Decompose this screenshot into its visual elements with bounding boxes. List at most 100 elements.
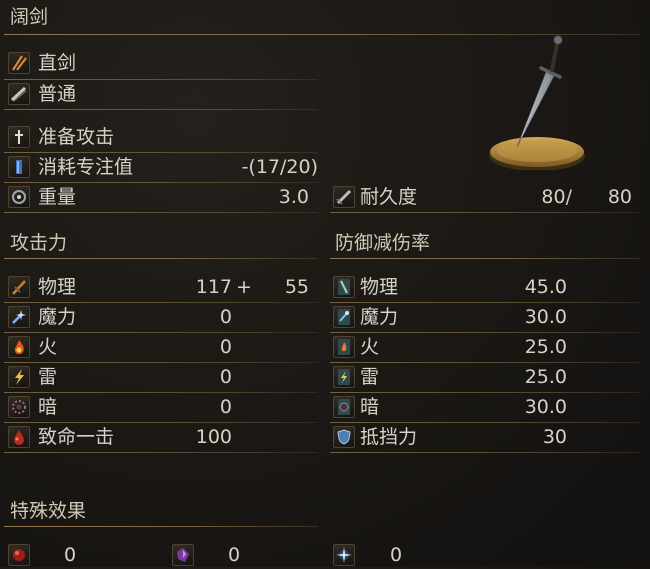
- special-effects-header: 特殊效果: [10, 500, 87, 522]
- special-effect-value: 0: [64, 544, 77, 566]
- special-effect-bleed: 0: [0, 541, 160, 569]
- attack-value: 117: [195, 276, 232, 298]
- weight-value: 3.0: [278, 186, 309, 208]
- attack-label: 物理: [38, 276, 77, 298]
- sword-blade: [516, 71, 555, 148]
- weapon-type-label: 直剑: [38, 52, 77, 74]
- attack-type-label: 普通: [38, 83, 77, 105]
- weight-label: 重量: [38, 186, 77, 208]
- durability-row: 耐久度 80/ 80: [330, 183, 640, 211]
- damage-absorption-header: 防御减伤率: [335, 232, 431, 254]
- physical-attack-icon: [8, 276, 30, 298]
- attack-power-header: 攻击力: [10, 232, 68, 254]
- defense-label: 物理: [360, 276, 399, 298]
- divider: [4, 452, 318, 453]
- skill-label: 准备攻击: [38, 126, 115, 148]
- attack-plus-sign: +: [236, 276, 252, 298]
- fp-cost-label: 消耗专注值: [38, 156, 134, 178]
- attack-value: 0: [219, 306, 232, 328]
- defense-row-lightning: 雷 25.0: [330, 363, 640, 391]
- attack-row-lightning: 雷 0: [0, 363, 320, 391]
- divider: [330, 212, 640, 213]
- defense-value: 30.0: [524, 306, 567, 328]
- plate-inner: [497, 140, 577, 162]
- attack-bonus-value: 55: [284, 276, 309, 298]
- attack-row-critical: 致命一击 100: [0, 423, 320, 451]
- defense-label: 魔力: [360, 306, 399, 328]
- attack-value: 0: [219, 336, 232, 358]
- sword-pommel: [553, 35, 563, 45]
- attack-type-row: 普通: [0, 80, 320, 108]
- weapon-image: [480, 30, 595, 171]
- special-effect-poison: 0: [164, 541, 324, 569]
- sword-grip: [550, 42, 559, 72]
- attack-label: 火: [38, 336, 58, 358]
- weapon-illustration: [489, 35, 585, 171]
- dark-defense-icon: [333, 396, 355, 418]
- durability-label: 耐久度: [360, 186, 418, 208]
- defense-label: 抵挡力: [360, 426, 418, 448]
- defense-row-fire: 火 25.0: [330, 333, 640, 361]
- section-divider: [4, 526, 318, 527]
- defense-label: 暗: [360, 396, 380, 418]
- blade-fuller: [524, 76, 550, 131]
- fp-cost-value: -(17/20): [241, 156, 318, 178]
- section-divider: [330, 258, 640, 259]
- item-title: 阔剑: [10, 6, 49, 28]
- attack-row-magic: 魔力 0: [0, 303, 320, 331]
- fire-attack-icon: [8, 336, 30, 358]
- guard-icon: [333, 426, 355, 448]
- straight-sword-icon: [8, 52, 30, 74]
- standard-attack-icon: [8, 83, 30, 105]
- critical-icon: [8, 426, 30, 448]
- section-divider: [4, 258, 318, 259]
- special-effect-value: 0: [228, 544, 241, 566]
- poison-icon: [172, 544, 194, 566]
- defense-row-physical: 物理 45.0: [330, 273, 640, 301]
- defense-row-dark: 暗 30.0: [330, 393, 640, 421]
- attack-value: 0: [219, 366, 232, 388]
- divider: [330, 452, 640, 453]
- defense-value: 30: [542, 426, 567, 448]
- lightning-defense-icon: [333, 366, 355, 388]
- divider: [4, 212, 318, 213]
- attack-row-physical: 物理 117 + 55: [0, 273, 320, 301]
- special-effect-frost: 0: [330, 541, 490, 569]
- physical-defense-icon: [333, 276, 355, 298]
- attack-label: 暗: [38, 396, 58, 418]
- weapon-type-row: 直剑: [0, 49, 320, 77]
- defense-label: 雷: [360, 366, 380, 388]
- weight-icon: [8, 186, 30, 208]
- attack-label: 雷: [38, 366, 58, 388]
- attack-value: 100: [195, 426, 232, 448]
- skill-icon: [8, 126, 30, 148]
- attack-label: 魔力: [38, 306, 77, 328]
- attack-label: 致命一击: [38, 426, 115, 448]
- fp-cost-icon: [8, 156, 30, 178]
- lightning-attack-icon: [8, 366, 30, 388]
- attack-value: 0: [219, 396, 232, 418]
- defense-value: 25.0: [524, 336, 567, 358]
- special-effect-value: 0: [390, 544, 403, 566]
- divider: [4, 109, 318, 110]
- attack-row-fire: 火 0: [0, 333, 320, 361]
- dark-attack-icon: [8, 396, 30, 418]
- attack-row-dark: 暗 0: [0, 393, 320, 421]
- durability-icon: [333, 186, 355, 208]
- skill-row: 准备攻击: [0, 123, 320, 151]
- durability-current: 80/: [541, 186, 572, 208]
- durability-max: 80: [607, 186, 632, 208]
- defense-row-magic: 魔力 30.0: [330, 303, 640, 331]
- fire-defense-icon: [333, 336, 355, 358]
- magic-defense-icon: [333, 306, 355, 328]
- bleed-icon: [8, 544, 30, 566]
- weight-row: 重量 3.0: [0, 183, 320, 211]
- fp-cost-row: 消耗专注值 -(17/20): [0, 153, 320, 181]
- defense-value: 45.0: [524, 276, 567, 298]
- defense-row-guard: 抵挡力 30: [330, 423, 640, 451]
- frost-icon: [333, 544, 355, 566]
- magic-attack-icon: [8, 306, 30, 328]
- defense-value: 30.0: [524, 396, 567, 418]
- defense-value: 25.0: [524, 366, 567, 388]
- defense-label: 火: [360, 336, 380, 358]
